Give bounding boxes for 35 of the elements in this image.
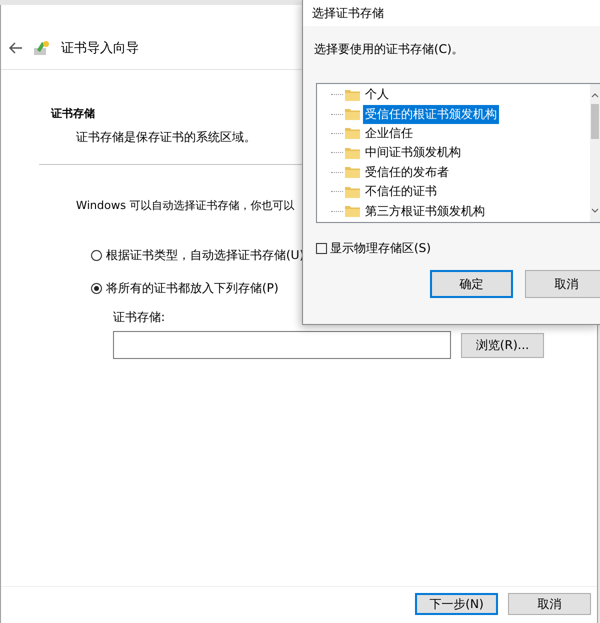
checkbox-label[interactable]: 显示物理存储区(S) bbox=[330, 240, 431, 257]
dialog-button[interactable]: 确定 bbox=[430, 270, 513, 298]
section-description: 证书存储是保存证书的系统区域。 bbox=[76, 129, 256, 146]
checkbox[interactable] bbox=[316, 243, 327, 254]
folder-icon bbox=[345, 127, 360, 140]
intro-text: Windows 可以自动选择证书存储，你也可以 bbox=[76, 198, 294, 213]
folder-icon bbox=[345, 88, 360, 101]
folder-icon bbox=[345, 146, 360, 159]
dialog-button[interactable]: 下一步(N) bbox=[415, 593, 498, 615]
store-item[interactable]: 企业信任 bbox=[363, 124, 415, 143]
radio-button[interactable] bbox=[91, 283, 102, 294]
radio-button[interactable] bbox=[91, 250, 102, 261]
dialog-prompt: 选择要使用的证书存储(C)。 bbox=[313, 41, 465, 58]
wizard-title: 证书导入向导 bbox=[61, 40, 139, 57]
folder-icon bbox=[345, 166, 360, 178]
option-label[interactable]: 将所有的证书都放入下列存储(P) bbox=[106, 280, 279, 297]
folder-icon bbox=[345, 186, 360, 198]
store-item[interactable]: 受信任的根证书颁发机构 bbox=[363, 104, 499, 124]
store-item[interactable]: 受信任的发布者 bbox=[363, 162, 451, 182]
dialog-button[interactable]: 取消 bbox=[508, 593, 591, 615]
folder-icon bbox=[345, 205, 360, 218]
store-item[interactable]: 中间证书颁发机构 bbox=[363, 143, 463, 162]
store-item[interactable]: 不信任的证书 bbox=[363, 182, 439, 202]
store-item[interactable]: 个人 bbox=[363, 85, 391, 104]
section-title: 证书存储 bbox=[51, 106, 95, 121]
store-item[interactable]: 第三方根证书颁发机构 bbox=[363, 202, 487, 221]
store-tree[interactable]: 个人 受信任的根证书颁发机构 企业信任 中间证书颁发机构 受信任的发布者 不信任的证书 第三方根证书颁发机构 bbox=[316, 83, 600, 223]
dialog-title: 选择证书存储 bbox=[312, 4, 384, 22]
browse-button[interactable]: 浏览(R)... bbox=[461, 332, 544, 358]
store-input-field[interactable] bbox=[113, 331, 451, 359]
dialog-button[interactable]: 取消 bbox=[525, 270, 600, 298]
certificate-icon bbox=[33, 39, 51, 57]
field-label: 证书存储: bbox=[112, 309, 166, 326]
folder-icon bbox=[345, 108, 360, 120]
back-arrow-icon[interactable] bbox=[9, 42, 23, 54]
